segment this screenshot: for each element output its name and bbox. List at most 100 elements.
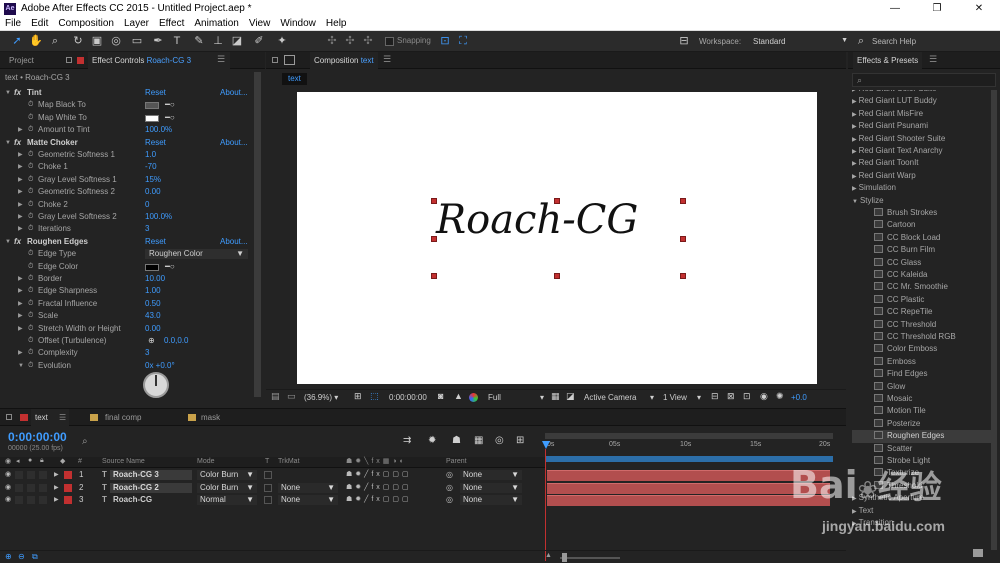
expand-triangle-icon[interactable]: ▼	[5, 87, 11, 99]
pick-whip-icon[interactable]: ◎	[446, 469, 453, 481]
show-snapshot-icon[interactable]: ▲	[454, 391, 463, 401]
views-dropdown[interactable]: 1 View ▾	[663, 393, 701, 402]
parent-dropdown[interactable]: None ▼	[460, 482, 522, 493]
stopwatch-icon[interactable]: ⏱	[28, 211, 33, 223]
zoom-dropdown[interactable]: (36.9%) ▾	[304, 393, 338, 402]
collapse-triangle-icon[interactable]: ▶	[852, 186, 857, 192]
menu-edit[interactable]: Edit	[26, 18, 53, 29]
column-trkmat[interactable]: TrkMat	[278, 458, 300, 465]
effects-list-item[interactable]: ▼ Stylize	[852, 195, 992, 207]
menu-help[interactable]: Help	[321, 18, 352, 29]
expand-triangle-icon[interactable]: ▼	[18, 360, 24, 372]
timeline-zoom-slider[interactable]	[560, 557, 620, 559]
preserve-transparency-checkbox[interactable]	[264, 471, 272, 479]
collapse-triangle-icon[interactable]: ▶	[852, 521, 857, 527]
stopwatch-icon[interactable]: ⏱	[28, 298, 33, 310]
parent-dropdown[interactable]: None ▼	[460, 470, 522, 480]
collapse-triangle-icon[interactable]: ▶	[18, 310, 23, 322]
effect-property-row[interactable]: ▶ ⏱ Amount to Tint 100.0%	[0, 124, 252, 136]
blend-mode-dropdown[interactable]: Normal ▼	[197, 495, 257, 505]
effects-list-item[interactable]: Posterize	[852, 418, 992, 430]
stopwatch-icon[interactable]: ⏱	[28, 347, 33, 359]
stopwatch-icon[interactable]: ⏱	[28, 199, 33, 211]
crosshair-icon[interactable]: ⊕	[148, 335, 155, 347]
effects-list-item[interactable]: ▶ Red Giant LUT Buddy	[852, 95, 992, 107]
effects-list-item[interactable]: CC Kaleida	[852, 269, 992, 281]
collapse-triangle-icon[interactable]: ▶	[18, 124, 23, 136]
effects-list-item[interactable]: Motion Tile	[852, 405, 992, 417]
collapse-triangle-icon[interactable]: ▶	[18, 285, 23, 297]
eyedropper-icon[interactable]: ━○	[165, 99, 175, 111]
roto-brush-tool-icon[interactable]: ✐	[252, 34, 266, 48]
menu-layer[interactable]: Layer	[119, 18, 154, 29]
transform-handle[interactable]	[680, 273, 686, 279]
audio-toggle[interactable]	[15, 496, 23, 504]
timeline-link-icon[interactable]: ⊠	[727, 391, 735, 402]
selection-tool-icon[interactable]: ➚	[10, 34, 24, 48]
stopwatch-icon[interactable]: ⏱	[28, 323, 33, 335]
tab-project[interactable]: Project	[5, 52, 38, 69]
stopwatch-icon[interactable]: ⏱	[28, 186, 33, 198]
effects-list-item[interactable]: CC Burn Film	[852, 244, 992, 256]
puppet-pin-tool-icon[interactable]: ✦	[275, 34, 289, 48]
menu-animation[interactable]: Animation	[189, 18, 243, 29]
rotate-tool-icon[interactable]: ↻	[71, 34, 85, 48]
pen-tool-icon[interactable]: ✒	[151, 34, 165, 48]
reset-link[interactable]: Reset	[145, 236, 166, 248]
property-value[interactable]: 100.0%	[145, 211, 172, 223]
transform-handle[interactable]	[554, 198, 560, 204]
layer-bounding-box[interactable]	[431, 198, 686, 279]
eye-icon[interactable]: ◉	[5, 482, 11, 494]
effect-property-row[interactable]: ▶ ⏱ Geometric Softness 1 1.0	[0, 149, 252, 161]
eye-icon[interactable]: ◉	[5, 469, 11, 481]
track-matte-dropdown[interactable]: None ▼	[278, 495, 338, 505]
layer-switches[interactable]: ☗✹╱fx▢▢▢	[346, 494, 412, 506]
effects-list-item[interactable]: ▶ Transition	[852, 517, 992, 529]
snapshot-icon[interactable]: ◙	[438, 391, 443, 401]
property-value[interactable]: 10.00	[145, 273, 165, 285]
camera-dropdown[interactable]: Active Camera ▾	[584, 393, 654, 402]
collapse-triangle-icon[interactable]: ▶	[18, 273, 23, 285]
effect-property-row[interactable]: ⏱ Offset (Turbulence) ⊕ 0.0,0.0	[0, 335, 252, 347]
eye-icon[interactable]: ◉	[5, 494, 11, 506]
effect-property-row[interactable]: ▶ ⏱ Choke 1 -70	[0, 161, 252, 173]
transform-handle[interactable]	[680, 236, 686, 242]
layer-label-color[interactable]	[64, 496, 72, 504]
collapse-triangle-icon[interactable]: ▶	[18, 186, 23, 198]
collapse-triangle-icon[interactable]: ▶	[54, 482, 59, 494]
effect-property-row[interactable]: ▶ ⏱ Geometric Softness 2 0.00	[0, 186, 252, 198]
collapse-triangle-icon[interactable]: ▶	[54, 494, 59, 506]
zoom-tool-icon[interactable]: ⌕	[48, 34, 62, 48]
effects-list-item[interactable]: Brush Strokes	[852, 207, 992, 219]
about-link[interactable]: About...	[220, 87, 248, 99]
stopwatch-icon[interactable]: ⏱	[28, 335, 33, 347]
monitor-icon[interactable]: ▭	[287, 391, 296, 402]
collapse-triangle-icon[interactable]: ▶	[852, 112, 857, 118]
effects-list-item[interactable]: Glow	[852, 381, 992, 393]
eyedropper-icon[interactable]: ━○	[165, 261, 175, 273]
tab-effects-presets[interactable]: Effects & Presets	[853, 52, 923, 69]
effects-list-item[interactable]: Texturize	[852, 467, 992, 479]
menu-view[interactable]: View	[244, 18, 276, 29]
frame-blending-icon[interactable]: ▦	[474, 435, 483, 446]
fx-icon[interactable]: fx	[14, 137, 21, 149]
effects-list-item[interactable]: ▶ Red Giant MisFire	[852, 108, 992, 120]
layer-name[interactable]: Roach-CG 2	[110, 482, 192, 493]
expand-layer-switches-icon[interactable]: ⊕	[5, 552, 12, 561]
expand-in-out-icon[interactable]: ⧉	[32, 552, 38, 562]
collapse-triangle-icon[interactable]: ▶	[18, 347, 23, 359]
effect-property-row[interactable]: ▶ ⏱ Gray Level Softness 2 100.0%	[0, 211, 252, 223]
collapse-triangle-icon[interactable]: ▶	[18, 199, 23, 211]
solo-toggle[interactable]	[27, 471, 35, 479]
clone-stamp-tool-icon[interactable]: ⊥	[211, 34, 225, 48]
eraser-tool-icon[interactable]: ◪	[230, 34, 244, 48]
brush-tool-icon[interactable]: ✎	[192, 34, 206, 48]
effects-list-item[interactable]: CC Glass	[852, 257, 992, 269]
stopwatch-icon[interactable]: ⏱	[28, 248, 33, 260]
collapse-triangle-icon[interactable]: ▶	[18, 323, 23, 335]
lock-toggle[interactable]	[39, 483, 47, 492]
reset-exposure-icon[interactable]: ◉	[760, 391, 768, 402]
effect-property-row[interactable]: ▶ ⏱ Border 10.00	[0, 273, 252, 285]
rectangle-tool-icon[interactable]: ▭	[130, 34, 144, 48]
blend-mode-dropdown[interactable]: Color Burn ▼	[197, 470, 257, 480]
